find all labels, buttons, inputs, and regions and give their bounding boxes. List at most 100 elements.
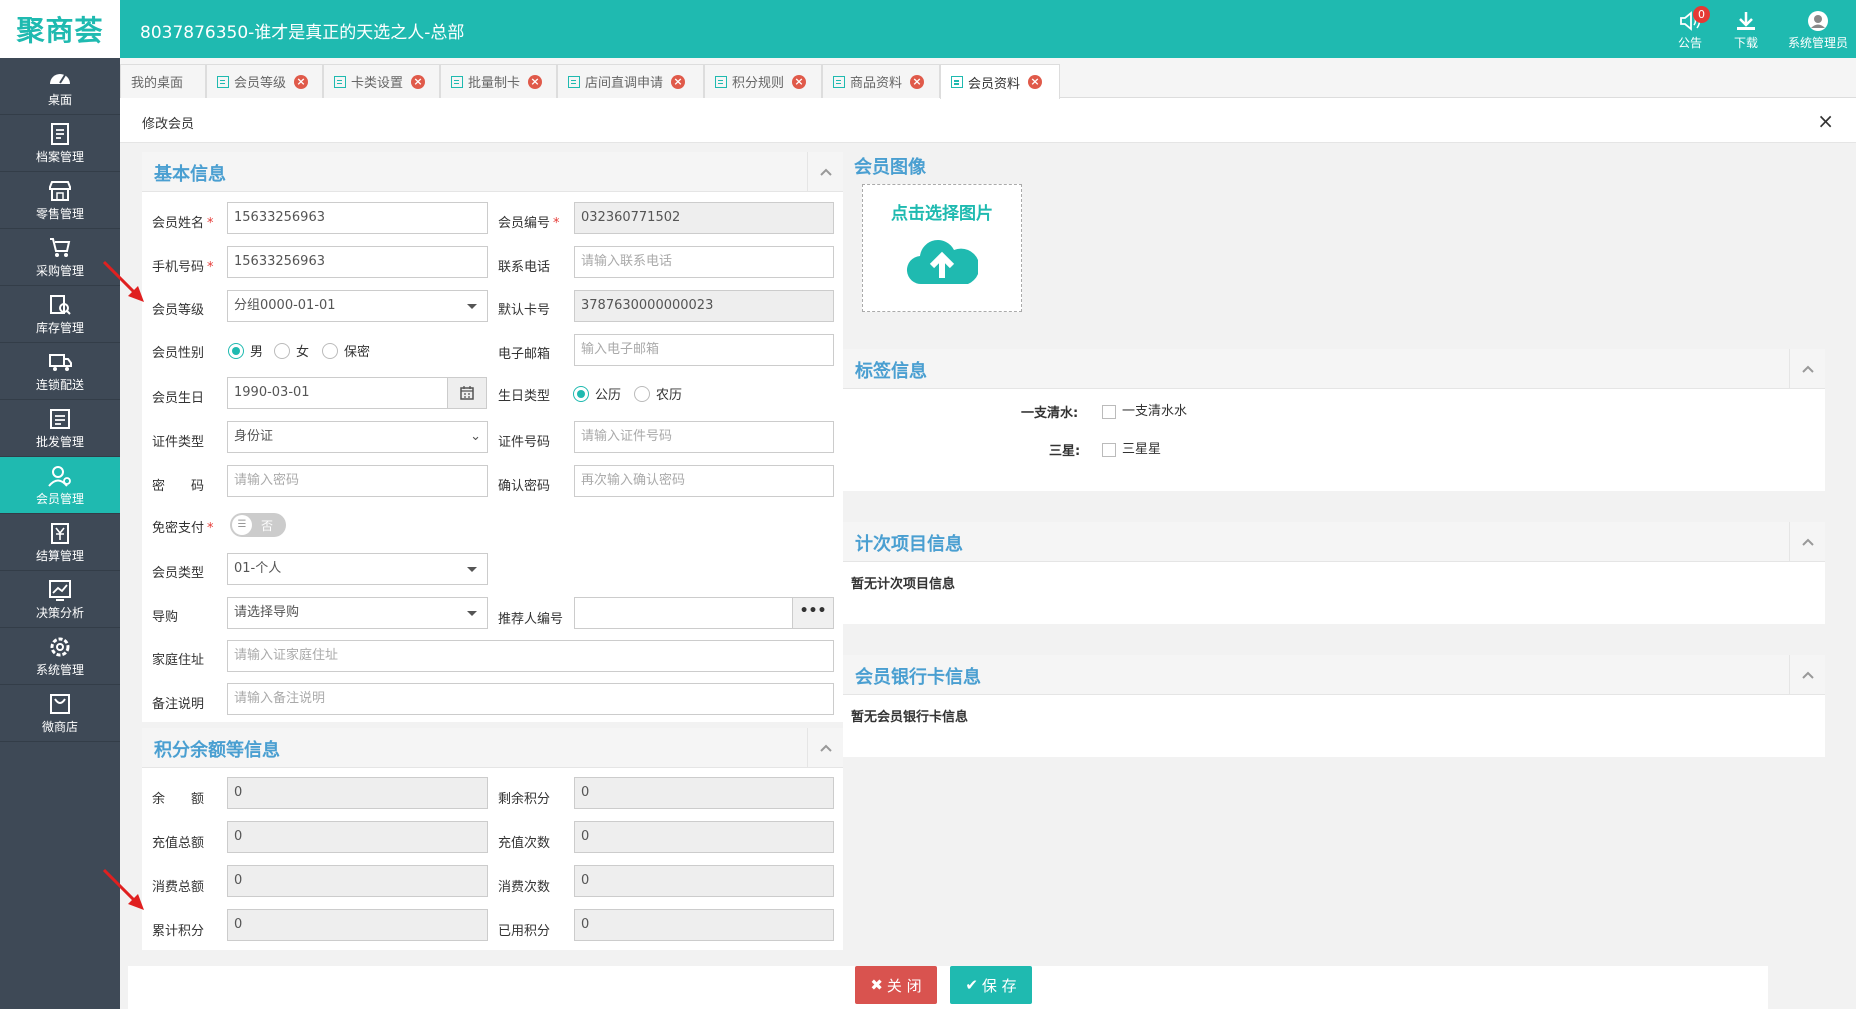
tag-checkbox-option[interactable]: 一支清水水 [1102,400,1187,419]
sidebar-item-analysis[interactable]: 决策分析 [0,571,120,628]
close-tab-icon[interactable]: × [411,74,426,89]
checkbox-icon [1102,404,1116,419]
close-tab-icon[interactable]: × [910,74,925,89]
download-button[interactable]: 下载 [1716,8,1776,54]
birthday-input[interactable]: 1990-03-01 [227,377,448,409]
page-header: 修改会员 × [120,99,1856,143]
email-input[interactable]: 输入电子邮箱 [574,334,834,366]
remark-input[interactable]: 请输入备注说明 [227,683,834,715]
sidebar-item-microshop[interactable]: 微商店 [0,685,120,742]
tab-member-info[interactable]: 会员资料 × [940,64,1060,99]
nopwd-toggle[interactable]: ☰ 否 [230,513,286,537]
close-tab-icon[interactable]: × [528,74,543,89]
chevron-up-icon[interactable] [1789,655,1825,695]
recharge-total-input[interactable]: 0 [227,821,488,853]
birth-lunar-radio[interactable]: 农历 [634,384,682,403]
sidebar-item-member[interactable]: 会员管理 [0,457,120,514]
member-type-select[interactable]: 01-个人 [227,553,488,585]
sidebar-item-label: 微商店 [41,720,78,734]
close-tab-icon[interactable]: × [1028,75,1043,89]
recharge-count-input[interactable]: 0 [574,821,834,853]
sidebar-item-label: 采购管理 [35,264,84,278]
close-tab-icon[interactable]: × [792,74,807,89]
card-input[interactable]: 3787630000000023 [574,290,834,322]
id-type-label: 证件类型 [152,435,205,450]
tab-card-settings[interactable]: 卡类设置 × [323,64,440,98]
sidebar-item-label: 会员管理 [35,492,84,506]
gender-secret-radio[interactable]: 保密 [322,341,370,360]
save-button[interactable]: ✔ 保 存 [950,966,1032,1004]
tab-points-rule[interactable]: 积分规则 × [704,64,822,98]
upload-image-box[interactable]: 点击选择图片 [862,184,1022,312]
close-tab-icon[interactable]: × [671,74,686,89]
level-select[interactable]: 分组0000-01-01 [227,290,488,322]
count-items-empty: 暂无计次项目信息 [851,577,956,592]
sidebar-item-archive[interactable]: 档案管理 [0,115,120,172]
user-menu[interactable]: 系统管理员 [1780,8,1856,54]
tab-batch-card[interactable]: 批量制卡 × [440,64,557,98]
birth-type-label: 生日类型 [498,389,551,404]
birth-solar-radio[interactable]: 公历 [573,384,621,403]
upload-text: 点击选择图片 [891,204,993,224]
used-points-input[interactable]: 0 [574,909,834,941]
download-label: 下载 [1733,36,1758,50]
avatar-title: 会员图像 [854,157,926,178]
sidebar-item-retail[interactable]: 零售管理 [0,172,120,229]
tab-transfer-request[interactable]: 店间直调申请 × [557,64,704,98]
address-input[interactable]: 请输入证家庭住址 [227,640,834,672]
sidebar-item-settlement[interactable]: 结算管理 [0,514,120,571]
contact-input[interactable]: 请输入联系电话 [574,246,834,278]
user-label: 系统管理员 [1787,36,1848,50]
panel-header: 积分余额等信息 [142,728,843,768]
close-button[interactable]: ✖ 关 闭 [855,966,937,1004]
tab-desktop[interactable]: 我的桌面 [120,64,206,98]
chevron-up-icon[interactable] [1789,349,1825,389]
sidebar-item-system[interactable]: 系统管理 [0,628,120,685]
accum-points-input[interactable]: 0 [227,909,488,941]
password-input[interactable]: 请输入密码 [227,465,488,497]
id-no-input[interactable]: 请输入证件号码 [574,421,834,453]
wholesale-icon [50,409,70,429]
logo: 聚商荟 [0,0,120,58]
chevron-up-icon[interactable] [807,152,843,192]
phone-input[interactable]: 15633256963 [227,246,488,278]
id-type-select[interactable]: 身份证 ⌄ [227,421,488,453]
panel-title: 会员银行卡信息 [855,667,981,688]
notice-button[interactable]: 公告 0 [1660,6,1720,54]
sidebar-item-delivery[interactable]: 连锁配送 [0,343,120,400]
cart-icon [50,238,71,257]
consume-total-input[interactable]: 0 [227,865,488,897]
phone-label: 手机号码 * [152,260,214,275]
tab-product-info[interactable]: 商品资料 × [822,64,940,98]
guide-select[interactable]: 请选择导购 [227,597,488,629]
chart-icon [49,580,71,601]
tag-group-label: 一支清水: [1021,406,1079,421]
confirm-password-input[interactable]: 再次输入确认密码 [574,465,834,497]
document-icon [715,75,727,88]
chevron-up-icon[interactable] [807,728,843,768]
sidebar-item-label: 桌面 [47,93,72,107]
gear-icon [50,637,70,657]
balance-input[interactable]: 0 [227,777,488,809]
gender-female-radio[interactable]: 女 [274,341,309,360]
chevron-up-icon[interactable] [1789,522,1825,562]
remain-points-input[interactable]: 0 [574,777,834,809]
referrer-input[interactable] [574,597,793,629]
tab-member-level[interactable]: 会员等级 × [206,64,323,98]
consume-count-input[interactable]: 0 [574,865,834,897]
recharge-total-label: 充值总额 [152,836,205,851]
referrer-picker-button[interactable]: ••• [792,597,834,629]
close-icon[interactable]: × [1817,109,1834,133]
sidebar-item-desktop[interactable]: 桌面 [0,58,120,115]
close-tab-icon[interactable]: × [294,74,309,89]
panel-header: 计次项目信息 [843,522,1825,562]
sidebar-item-wholesale[interactable]: 批发管理 [0,400,120,457]
gender-male-radio[interactable]: 男 [228,341,263,360]
member-name-input[interactable]: 15633256963 [227,202,488,234]
nopwd-label: 免密支付 * [152,521,214,536]
calendar-icon[interactable] [447,377,487,409]
member-code-input[interactable]: 032360771502 [574,202,834,234]
tab-label: 商品资料 [850,76,903,91]
tab-label: 会员等级 [234,76,287,91]
tag-checkbox-option[interactable]: 三星星 [1102,438,1161,457]
